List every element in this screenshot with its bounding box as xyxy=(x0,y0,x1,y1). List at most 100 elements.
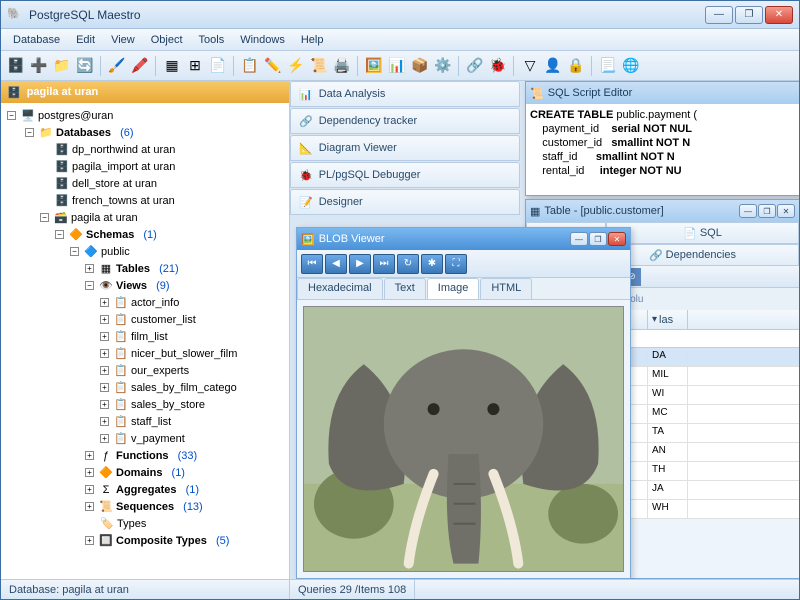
tree-view-item[interactable]: +📋our_experts xyxy=(3,362,287,379)
tree-db-item[interactable]: 🗄️dp_northwind at uran xyxy=(3,141,287,158)
tab-debugger[interactable]: 🐞PL/pgSQL Debugger xyxy=(290,162,520,188)
expand-icon[interactable]: + xyxy=(100,332,109,341)
tree-composite[interactable]: +🔲Composite Types (5) xyxy=(3,532,287,549)
nav-last-icon[interactable]: ⏭ xyxy=(373,254,395,274)
tb-grid-icon[interactable]: ⊞ xyxy=(184,55,206,77)
tree-aggregates[interactable]: +ΣAggregates (1) xyxy=(3,481,287,498)
expand-icon[interactable]: + xyxy=(100,417,109,426)
tb-lock-icon[interactable]: 🔒 xyxy=(565,55,587,77)
minimize-button[interactable]: — xyxy=(705,6,733,24)
expand-icon[interactable]: + xyxy=(100,349,109,358)
tb-globe-icon[interactable]: 🌐 xyxy=(620,55,642,77)
tb-link-icon[interactable]: 🔗 xyxy=(464,55,486,77)
maximize-button[interactable]: ❐ xyxy=(758,204,776,218)
tree-view-item[interactable]: +📋sales_by_store xyxy=(3,396,287,413)
tab-text[interactable]: Text xyxy=(384,278,426,299)
blob-titlebar[interactable]: 🖼️ BLOB Viewer — ❐ ✕ xyxy=(297,228,630,250)
tree-db-item[interactable]: 🗄️pagila_import at uran xyxy=(3,158,287,175)
table-titlebar[interactable]: ▦ Table - [public.customer] — ❐ ✕ xyxy=(526,200,799,222)
tb-table-icon[interactable]: ▦ xyxy=(161,55,183,77)
tb-page-icon[interactable]: 📄 xyxy=(207,55,229,77)
tb-add-icon[interactable]: ➕ xyxy=(28,55,50,77)
expand-icon[interactable]: + xyxy=(85,468,94,477)
sql-titlebar[interactable]: 📜 SQL Script Editor xyxy=(526,82,799,104)
collapse-icon[interactable]: − xyxy=(7,111,16,120)
collapse-icon[interactable]: − xyxy=(25,128,34,137)
expand-icon[interactable]: + xyxy=(100,366,109,375)
tree-view-item[interactable]: +📋v_payment xyxy=(3,430,287,447)
nav-fit-icon[interactable]: ⛶ xyxy=(445,254,467,274)
collapse-icon[interactable]: − xyxy=(70,247,79,256)
tree-public[interactable]: −🔷public xyxy=(3,243,287,260)
menu-tools[interactable]: Tools xyxy=(191,31,233,49)
nav-first-icon[interactable]: ⏮ xyxy=(301,254,323,274)
tab-data-analysis[interactable]: 📊Data Analysis xyxy=(290,81,520,107)
tree-schemas[interactable]: −🔶Schemas (1) xyxy=(3,226,287,243)
tab-hex[interactable]: Hexadecimal xyxy=(297,278,383,299)
tree-view-item[interactable]: +📋nicer_but_slower_film xyxy=(3,345,287,362)
tb-brush2-icon[interactable]: 🖍️ xyxy=(129,55,151,77)
tree-root[interactable]: −🖥️postgres@uran xyxy=(3,107,287,124)
tab-html[interactable]: HTML xyxy=(480,278,532,299)
tree-databases[interactable]: −📁Databases (6) xyxy=(3,124,287,141)
tb-refresh-icon[interactable]: 🔄 xyxy=(74,55,96,77)
expand-icon[interactable]: + xyxy=(85,264,94,273)
minimize-button[interactable]: — xyxy=(739,204,757,218)
tree-view-item[interactable]: +📋actor_info xyxy=(3,294,287,311)
sql-editor-window[interactable]: 📜 SQL Script Editor CREATE TABLE public.… xyxy=(525,81,799,196)
sql-content[interactable]: CREATE TABLE public.payment ( payment_id… xyxy=(526,104,799,195)
tb-print-icon[interactable]: 🖨️ xyxy=(331,55,353,77)
expand-icon[interactable]: + xyxy=(85,502,94,511)
tree-sequences[interactable]: +📜Sequences (13) xyxy=(3,498,287,515)
tab-designer[interactable]: 📝Designer xyxy=(290,189,520,215)
tree-view-item[interactable]: +📋sales_by_film_catego xyxy=(3,379,287,396)
collapse-icon[interactable]: − xyxy=(55,230,64,239)
tb-edit-icon[interactable]: ✏️ xyxy=(262,55,284,77)
menu-view[interactable]: View xyxy=(103,31,143,49)
object-tree[interactable]: −🖥️postgres@uran −📁Databases (6) 🗄️dp_no… xyxy=(1,103,289,579)
expand-icon[interactable]: + xyxy=(100,315,109,324)
expand-icon[interactable]: + xyxy=(100,298,109,307)
tree-types[interactable]: 🏷️Types xyxy=(3,515,287,532)
tb-connect-icon[interactable]: 🗄️ xyxy=(5,55,27,77)
close-button[interactable]: ✕ xyxy=(765,6,793,24)
menu-edit[interactable]: Edit xyxy=(68,31,103,49)
tb-brush-icon[interactable]: 🖌️ xyxy=(106,55,128,77)
collapse-icon[interactable]: − xyxy=(40,213,49,222)
tab-dependency[interactable]: 🔗Dependency tracker xyxy=(290,108,520,134)
tab-image[interactable]: Image xyxy=(427,278,480,299)
tb-db-icon[interactable]: 📁 xyxy=(51,55,73,77)
menu-windows[interactable]: Windows xyxy=(232,31,293,49)
expand-icon[interactable]: + xyxy=(85,451,94,460)
tab-sql[interactable]: 📄SQL xyxy=(606,222,799,244)
tree-view-item[interactable]: +📋customer_list xyxy=(3,311,287,328)
tb-chart-icon[interactable]: 📊 xyxy=(386,55,408,77)
maximize-button[interactable]: ❐ xyxy=(735,6,763,24)
expand-icon[interactable]: + xyxy=(100,383,109,392)
maximize-button[interactable]: ❐ xyxy=(589,232,607,246)
close-button[interactable]: ✕ xyxy=(608,232,626,246)
tb-doc-icon[interactable]: 📋 xyxy=(239,55,261,77)
nav-refresh-icon[interactable]: ↻ xyxy=(397,254,419,274)
tb-image-icon[interactable]: 🖼️ xyxy=(363,55,385,77)
expand-icon[interactable]: + xyxy=(85,485,94,494)
nav-prev-icon[interactable]: ◀ xyxy=(325,254,347,274)
collapse-icon[interactable]: − xyxy=(85,281,94,290)
minimize-button[interactable]: — xyxy=(570,232,588,246)
close-button[interactable]: ✕ xyxy=(777,204,795,218)
nav-star-icon[interactable]: ✱ xyxy=(421,254,443,274)
tree-view-item[interactable]: +📋staff_list xyxy=(3,413,287,430)
tree-view-item[interactable]: +📋film_list xyxy=(3,328,287,345)
tree-tables[interactable]: +▦Tables (21) xyxy=(3,260,287,277)
tb-sheet-icon[interactable]: 📃 xyxy=(597,55,619,77)
tree-views[interactable]: −👁️Views (9) xyxy=(3,277,287,294)
expand-icon[interactable]: + xyxy=(100,434,109,443)
tree-db-item[interactable]: 🗄️french_towns at uran xyxy=(3,192,287,209)
menu-help[interactable]: Help xyxy=(293,31,332,49)
tree-db-item[interactable]: −🗃️pagila at uran xyxy=(3,209,287,226)
blob-viewer-window[interactable]: 🖼️ BLOB Viewer — ❐ ✕ ⏮ ◀ ▶ ⏭ ↻ ✱ ⛶ xyxy=(296,227,631,579)
tb-bug-icon[interactable]: 🐞 xyxy=(487,55,509,77)
tb-gear-icon[interactable]: ⚙️ xyxy=(432,55,454,77)
tb-cube-icon[interactable]: 📦 xyxy=(409,55,431,77)
menu-database[interactable]: Database xyxy=(5,31,68,49)
